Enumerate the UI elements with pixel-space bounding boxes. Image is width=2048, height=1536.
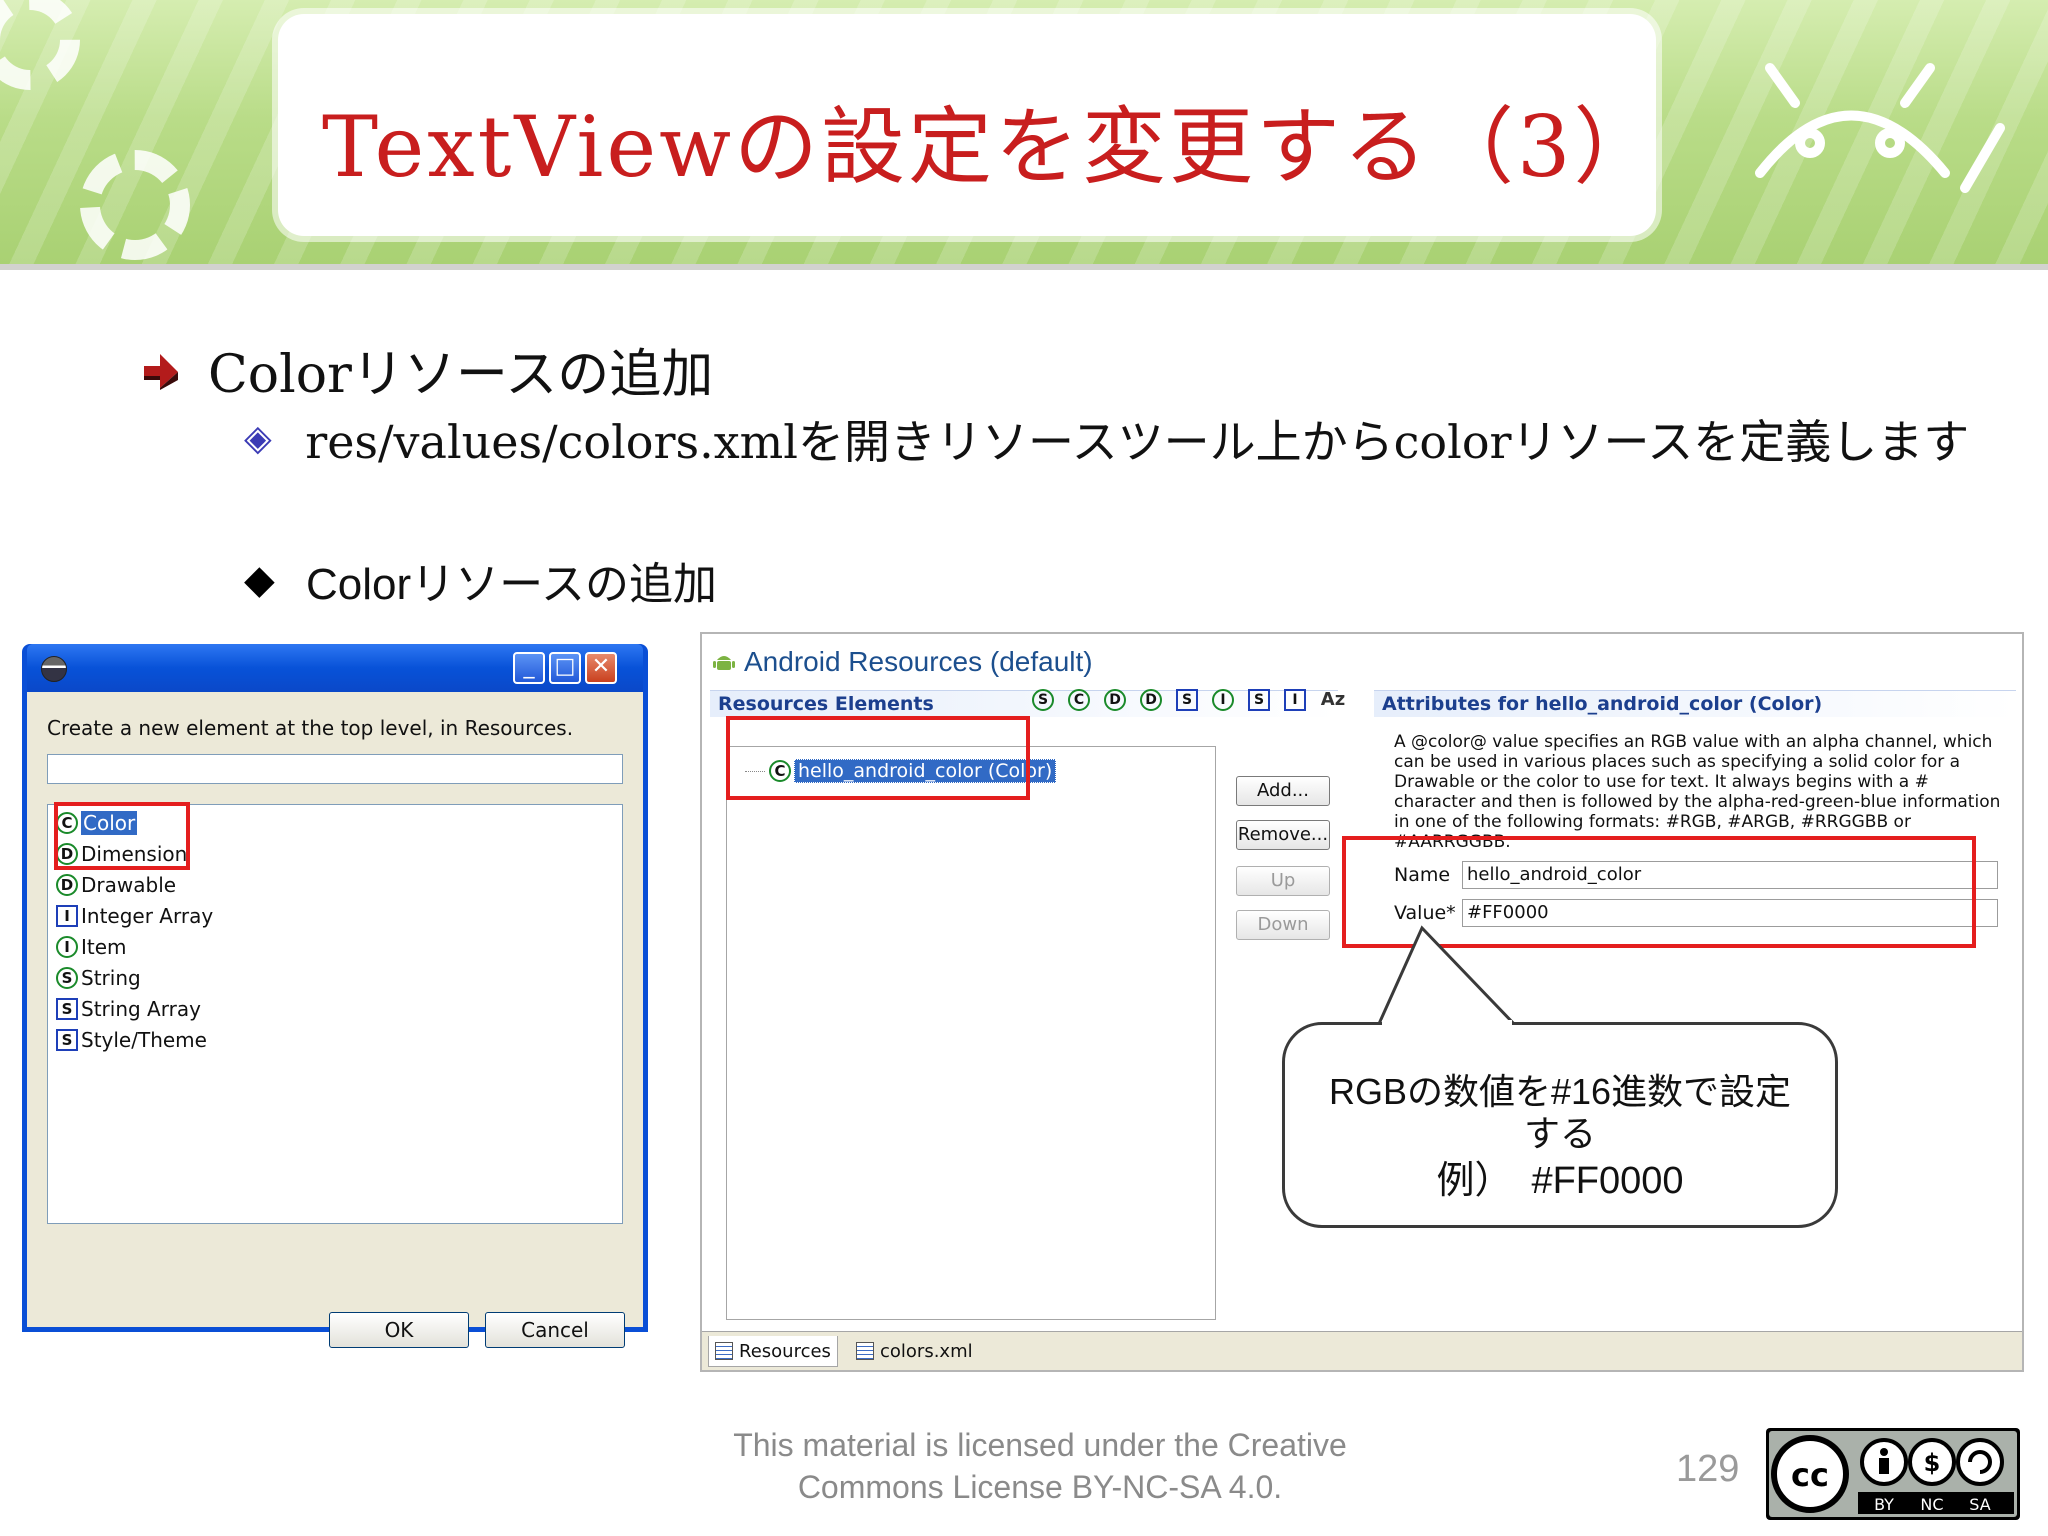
- gear-decoration-icon: [80, 150, 190, 260]
- list-item-string[interactable]: S String: [56, 964, 141, 992]
- color-highlight-box: [54, 802, 190, 870]
- maximize-button[interactable]: □: [549, 652, 581, 684]
- dialog-prompt: Create a new element at the top level, i…: [47, 716, 574, 740]
- close-button[interactable]: ✕: [585, 652, 617, 684]
- minimize-button[interactable]: _: [513, 652, 545, 684]
- license-line1: This material is licensed under the Crea…: [733, 1427, 1347, 1463]
- tab-colors-xml[interactable]: colors.xml: [850, 1336, 979, 1366]
- slide-title: TextViewの設定を変更する（3）: [322, 98, 1661, 196]
- arrow-bullet-icon: [144, 353, 178, 390]
- element-toolbar: S C D D S I S I Az: [1032, 689, 1360, 711]
- list-item-style-theme[interactable]: S Style/Theme: [56, 1026, 207, 1054]
- tab-resources[interactable]: Resources: [708, 1336, 838, 1367]
- bullet-level1: Colorリソースの追加: [140, 332, 713, 407]
- resources-tab-icon: [715, 1342, 733, 1360]
- tab-colors-xml-label: colors.xml: [880, 1340, 973, 1362]
- resources-elements-header: Resources Elements S C D D S I S I Az: [710, 689, 1345, 717]
- fields-highlight-box: [1342, 836, 1976, 948]
- tab-resources-label: Resources: [739, 1340, 831, 1362]
- cc-term-nc: NC: [1920, 1495, 1943, 1514]
- license-line2: Commons License BY-NC-SA 4.0.: [797, 1469, 1283, 1505]
- integer-array-type-icon: I: [56, 905, 78, 927]
- dialog-titlebar[interactable]: _ □ ✕: [27, 644, 643, 692]
- list-item-string-array[interactable]: S String Array: [56, 995, 201, 1023]
- tree-item-highlight-box: [726, 716, 1030, 800]
- add-c-element-icon[interactable]: C: [1068, 689, 1090, 711]
- up-button[interactable]: Up: [1236, 866, 1330, 896]
- drawable-type-icon: D: [56, 874, 78, 896]
- editor-title: Android Resources (default): [744, 646, 1093, 677]
- cc-term-sa: SA: [1969, 1495, 1990, 1514]
- editor-header: Android Resources (default): [712, 646, 1093, 678]
- add-s-element-icon[interactable]: S: [1032, 689, 1054, 711]
- list-item-label: Integer Array: [81, 904, 214, 928]
- bullet-level2b-text: Colorリソースの追加: [306, 560, 717, 609]
- list-item-label: String: [81, 966, 141, 990]
- hint-callout: RGBの数値を#16進数で設定 する 例） #FF0000: [1282, 1022, 1838, 1228]
- add-i-element-icon[interactable]: I: [1284, 689, 1306, 711]
- sort-az-icon[interactable]: Az: [1320, 689, 1346, 711]
- attributes-title: Attributes for hello_android_color (Colo…: [1382, 693, 1823, 715]
- bullet-level2-text: res/values/colors.xmlを開きリソースツール上からcolorリ…: [305, 415, 1970, 469]
- bullet-level1-text: Colorリソースの追加: [208, 345, 714, 405]
- resources-elements-title: Resources Elements: [718, 693, 934, 715]
- cancel-button[interactable]: Cancel: [485, 1312, 625, 1348]
- android-icon: [713, 656, 735, 670]
- list-item-label: Style/Theme: [81, 1028, 207, 1052]
- cc-main-label: cc: [1791, 1456, 1829, 1494]
- ok-button[interactable]: OK: [329, 1312, 469, 1348]
- string-type-icon: S: [56, 967, 78, 989]
- page-number: 129: [1676, 1448, 1740, 1490]
- cc-by-nc-sa-icon: cc $ BY NC SA: [1769, 1431, 2017, 1517]
- diamond-bullet-icon: ◈: [244, 418, 272, 459]
- solid-diamond-bullet-icon: ◆: [244, 557, 275, 603]
- add-button[interactable]: Add...: [1236, 776, 1330, 806]
- editor-tab-bar: Resources colors.xml: [702, 1331, 2022, 1370]
- string-array-type-icon: S: [56, 998, 78, 1020]
- title-banner: TextViewの設定を変更する（3）: [0, 0, 2048, 270]
- list-item-label: String Array: [81, 997, 201, 1021]
- list-item-item[interactable]: I Item: [56, 933, 127, 961]
- remove-button[interactable]: Remove...: [1236, 820, 1330, 850]
- bullet-level2b: ◆ Colorリソースの追加: [244, 548, 717, 612]
- attribute-description: A @color@ value specifies an RGB value w…: [1394, 732, 2001, 852]
- item-type-icon: I: [56, 936, 78, 958]
- add-i-element-icon[interactable]: I: [1212, 689, 1234, 711]
- license-notice: This material is licensed under the Crea…: [700, 1424, 1380, 1508]
- list-item-integer-array[interactable]: I Integer Array: [56, 902, 213, 930]
- dialog-body: Create a new element at the top level, i…: [27, 692, 643, 1348]
- svg-text:$: $: [1924, 1449, 1941, 1477]
- add-s-element-icon[interactable]: S: [1176, 689, 1198, 711]
- list-item-label: Item: [81, 935, 127, 959]
- filter-input[interactable]: [47, 754, 623, 784]
- android-robot-icon: [1755, 63, 2005, 193]
- cc-license-badge: cc $ BY NC SA: [1766, 1428, 2020, 1520]
- cc-term-by: BY: [1874, 1495, 1894, 1514]
- new-element-dialog: _ □ ✕ Create a new element at the top le…: [22, 644, 648, 1348]
- add-d-element-icon[interactable]: D: [1104, 689, 1126, 711]
- resources-tree[interactable]: C hello_android_color (Color): [726, 746, 1216, 1320]
- add-s-element-icon[interactable]: S: [1248, 689, 1270, 711]
- list-item-drawable[interactable]: D Drawable: [56, 871, 176, 899]
- callout-line3: 例） #FF0000: [1436, 1160, 1684, 1202]
- xml-file-icon: [856, 1342, 874, 1360]
- style-theme-type-icon: S: [56, 1029, 78, 1051]
- attributes-header: Attributes for hello_android_color (Colo…: [1374, 690, 2016, 717]
- add-d-element-icon[interactable]: D: [1140, 689, 1162, 711]
- down-button[interactable]: Down: [1236, 910, 1330, 940]
- list-item-label: Drawable: [81, 873, 177, 897]
- bullet-level2: ◈ res/values/colors.xmlを開きリソースツール上からcolo…: [244, 412, 1984, 472]
- eclipse-icon: [41, 656, 67, 682]
